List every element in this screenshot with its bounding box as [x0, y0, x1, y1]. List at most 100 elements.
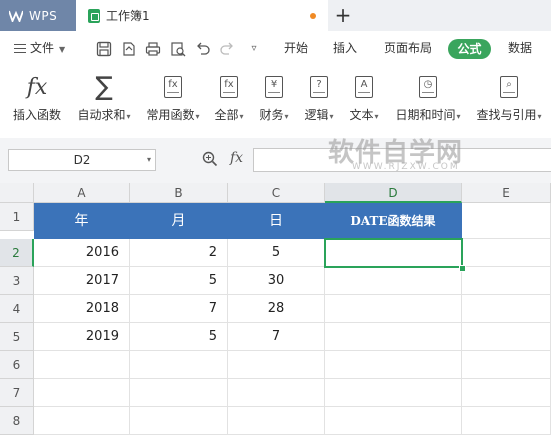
- autosum-button[interactable]: ∑ 自动求和▾: [74, 72, 134, 123]
- cell-c5[interactable]: 7: [228, 323, 325, 351]
- column-header-c[interactable]: C: [228, 183, 325, 203]
- export-icon[interactable]: [121, 41, 137, 57]
- chevron-down-icon: ▾: [239, 112, 244, 121]
- wps-logo-icon: [9, 10, 23, 22]
- save-icon[interactable]: [96, 41, 112, 57]
- row-header-4[interactable]: 4: [0, 295, 34, 323]
- name-box[interactable]: D2 ▾: [8, 149, 156, 171]
- cell-c6[interactable]: [228, 351, 325, 379]
- formula-ribbon: fx 插入函数 ∑ 自动求和▾ fx 常用函数▾ fx 全部▾ ¥ 财务▾ ? …: [0, 66, 551, 138]
- cell-c4[interactable]: 28: [228, 295, 325, 323]
- file-menu[interactable]: 文件 ▼: [14, 31, 65, 66]
- cell-b6[interactable]: [130, 351, 228, 379]
- fx-icon: fx: [26, 74, 48, 100]
- tab-data[interactable]: 数据: [508, 31, 532, 66]
- cell-e7[interactable]: [462, 379, 551, 407]
- cell-e1[interactable]: [462, 203, 551, 239]
- cell-d4[interactable]: [325, 295, 462, 323]
- logic-button[interactable]: ? 逻辑▾: [301, 72, 337, 123]
- document-tab[interactable]: 工作簿1: [76, 0, 328, 31]
- print-preview-icon[interactable]: [170, 41, 186, 57]
- tab-page-layout[interactable]: 页面布局: [384, 31, 432, 66]
- insert-function-label: 插入函数: [12, 108, 61, 122]
- cell-a5[interactable]: 2019: [34, 323, 130, 351]
- text-functions-button[interactable]: A 文本▾: [346, 72, 382, 123]
- column-header-b[interactable]: B: [130, 183, 228, 203]
- cell-d8[interactable]: [325, 407, 462, 435]
- redo-icon[interactable]: [219, 41, 235, 57]
- cell-b2[interactable]: 2: [130, 239, 228, 267]
- cell-a4[interactable]: 2018: [34, 295, 130, 323]
- row-header-8[interactable]: 8: [0, 407, 34, 435]
- cell-d1[interactable]: DATE函数结果: [325, 203, 462, 239]
- cell-b5[interactable]: 5: [130, 323, 228, 351]
- insert-function-button[interactable]: fx 插入函数: [10, 72, 64, 123]
- lookup-reference-button[interactable]: ⌕ 查找与引用▾: [473, 72, 545, 123]
- select-all-corner[interactable]: [0, 183, 34, 203]
- text-functions-label: 文本: [349, 108, 374, 122]
- cell-d7[interactable]: [325, 379, 462, 407]
- row-header-3[interactable]: 3: [0, 267, 34, 295]
- cell-d6[interactable]: [325, 351, 462, 379]
- cell-b1[interactable]: 月: [130, 203, 228, 239]
- clock-icon: ◷: [419, 76, 437, 98]
- cell-a6[interactable]: [34, 351, 130, 379]
- cell-e8[interactable]: [462, 407, 551, 435]
- chevron-down-icon: ▾: [374, 112, 379, 121]
- column-header-e[interactable]: E: [462, 183, 551, 203]
- all-functions-button[interactable]: fx 全部▾: [211, 72, 247, 123]
- active-cell-border: [324, 238, 463, 268]
- sigma-icon: ∑: [95, 72, 113, 102]
- column-header-a[interactable]: A: [34, 183, 130, 203]
- cell-b4[interactable]: 7: [130, 295, 228, 323]
- fill-handle[interactable]: [459, 265, 466, 272]
- lookup-reference-label: 查找与引用: [476, 108, 537, 122]
- common-functions-button[interactable]: fx 常用函数▾: [143, 72, 203, 123]
- quick-access-dropdown-icon[interactable]: ▿: [246, 41, 262, 57]
- lookup-icon: ⌕: [500, 76, 518, 98]
- cell-e4[interactable]: [462, 295, 551, 323]
- cell-c3[interactable]: 30: [228, 267, 325, 295]
- cell-c1[interactable]: 日: [228, 203, 325, 239]
- file-menu-label: 文件: [30, 41, 55, 55]
- row-header-2[interactable]: 2: [0, 239, 34, 267]
- cell-c7[interactable]: [228, 379, 325, 407]
- zoom-formula-icon[interactable]: [202, 151, 218, 167]
- star-function-icon: fx: [164, 76, 182, 98]
- cell-a2[interactable]: 2016: [34, 239, 130, 267]
- cell-d3[interactable]: [325, 267, 462, 295]
- fx-icon[interactable]: fx: [230, 150, 243, 166]
- cell-a7[interactable]: [34, 379, 130, 407]
- cell-e3[interactable]: [462, 267, 551, 295]
- chevron-down-icon: ▾: [537, 112, 542, 121]
- cell-a1[interactable]: 年: [34, 203, 130, 239]
- cell-e2[interactable]: [462, 239, 551, 267]
- cell-b7[interactable]: [130, 379, 228, 407]
- cell-a8[interactable]: [34, 407, 130, 435]
- all-functions-icon: fx: [220, 76, 238, 98]
- row-header-5[interactable]: 5: [0, 323, 34, 351]
- tab-insert[interactable]: 插入: [333, 31, 357, 66]
- finance-button[interactable]: ¥ 财务▾: [256, 72, 292, 123]
- cell-e6[interactable]: [462, 351, 551, 379]
- cell-b3[interactable]: 5: [130, 267, 228, 295]
- cell-e5[interactable]: [462, 323, 551, 351]
- new-tab-button[interactable]: +: [333, 5, 353, 25]
- watermark-url: WWW.RJZXW.COM: [352, 162, 460, 172]
- tab-home[interactable]: 开始: [284, 31, 308, 66]
- cell-b8[interactable]: [130, 407, 228, 435]
- tab-formula[interactable]: 公式: [448, 39, 491, 59]
- undo-icon[interactable]: [195, 41, 211, 57]
- cell-a3[interactable]: 2017: [34, 267, 130, 295]
- wps-home-tab[interactable]: WPS: [0, 0, 76, 31]
- wps-brand-label: WPS: [29, 8, 58, 23]
- cell-d5[interactable]: [325, 323, 462, 351]
- date-time-button[interactable]: ◷ 日期和时间▾: [392, 72, 464, 123]
- cell-c8[interactable]: [228, 407, 325, 435]
- print-icon[interactable]: [145, 41, 161, 57]
- row-header-7[interactable]: 7: [0, 379, 34, 407]
- cell-c2[interactable]: 5: [228, 239, 325, 267]
- row-header-6[interactable]: 6: [0, 351, 34, 379]
- column-header-d[interactable]: D: [325, 183, 462, 203]
- row-header-1[interactable]: 1: [0, 203, 34, 231]
